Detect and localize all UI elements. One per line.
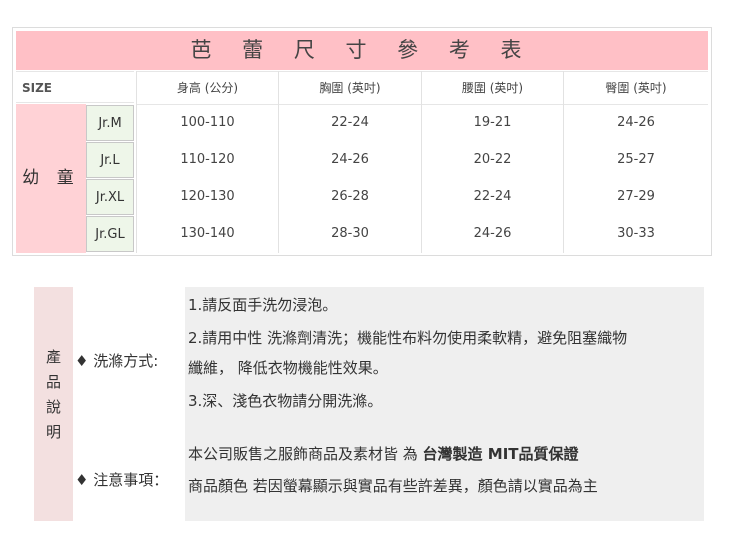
waist-cell: 24-26 [473,226,512,241]
product-notes-section: 產 品 說 明 ♦ 洗滌方式: ♦ 注意事項： 1.請反面手洗勿浸泡。 2.請用… [34,287,704,521]
header-chest: 胸圍 (英吋) [279,71,421,105]
washing-method-label: ♦ 洗滌方式: [75,352,159,370]
waist-cell: 19-21 [473,115,512,130]
size-label-cell: Jr.L [86,142,134,178]
size-chart-title: 芭 蕾 尺 寸 參 考 表 [16,31,708,70]
caution-line-2: 商品顏色 若因螢幕顯示與實品有些許差異，顏色請以實品為主 [188,477,598,495]
chest-cell: 28-30 [331,226,369,241]
caution-line-1-text: 本公司販售之服飾商品及素材皆 為 [188,445,423,463]
chest-cell: 26-28 [331,189,369,204]
hip-cell: 30-33 [617,226,655,241]
header-hip: 臀圍 (英吋) [564,71,708,105]
waist-cell: 20-22 [473,152,512,167]
chest-cell: 22-24 [331,115,369,130]
header-size: SIZE [16,71,134,103]
hip-cell: 27-29 [617,189,655,204]
size-label-cell: Jr.XL [86,179,134,215]
caution-line-1: 本公司販售之服飾商品及素材皆 為 台灣製造 MIT品質保證 [188,443,579,464]
washing-instruction-3: 3.深、淺色衣物請分開洗滌。 [188,392,383,410]
caution-label: ♦ 注意事項： [75,471,169,489]
chest-cell: 24-26 [331,152,369,167]
size-label-cell: Jr.M [86,105,134,141]
waist-cell: 22-24 [473,189,512,204]
product-notes-side-panel: 產 品 說 明 [34,287,73,521]
height-cell: 130-140 [180,226,235,241]
washing-instruction-2-cont: 纖維， 降低衣物機能性效果。 [188,359,388,377]
height-cell: 120-130 [180,189,235,204]
washing-instruction-1: 1.請反面手洗勿浸泡。 [188,296,338,314]
header-waist: 腰圍 (英吋) [422,71,563,105]
height-cell: 100-110 [180,115,235,130]
washing-instruction-2: 2.請用中性 洗滌劑清洗；機能性布料勿使用柔軟精，避免阻塞織物 [188,329,628,347]
hip-cell: 25-27 [617,152,655,167]
hip-cell: 24-26 [617,115,655,130]
height-cell: 110-120 [180,152,235,167]
header-height: 身高 (公分) [137,71,278,105]
size-label-cell: Jr.GL [86,216,134,252]
made-in-taiwan-guarantee: 台灣製造 MIT品質保證 [422,445,579,463]
product-notes-content: 1.請反面手洗勿浸泡。 2.請用中性 洗滌劑清洗；機能性布料勿使用柔軟精，避免阻… [185,287,704,521]
kids-group-label: 幼 童 [16,104,86,253]
product-notes-heading: 產 品 說 明 [45,348,61,441]
size-chart-table: 芭 蕾 尺 寸 參 考 表 SIZE 身高 (公分) 胸圍 (英吋) 腰圍 (英… [12,27,712,256]
